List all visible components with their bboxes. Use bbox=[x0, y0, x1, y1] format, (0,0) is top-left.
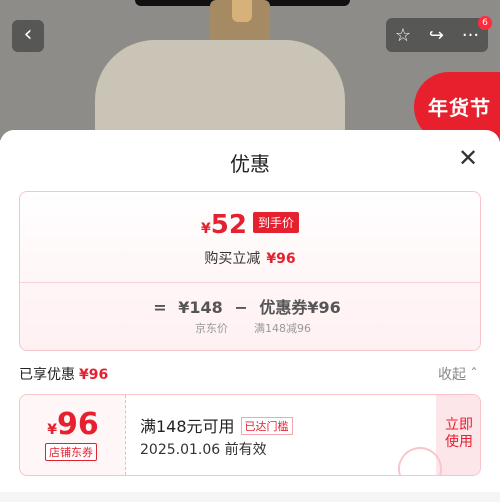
use-now-button[interactable]: 立即 使用 bbox=[436, 395, 480, 475]
collapse-toggle[interactable]: 收起 ˆ bbox=[438, 364, 477, 384]
star-outline-icon[interactable]: ☆ bbox=[395, 25, 411, 46]
coupon-type-label: 店铺东券 bbox=[45, 443, 97, 461]
more-dots-icon[interactable]: ··· bbox=[462, 25, 479, 46]
equals-sign: = bbox=[153, 298, 167, 317]
close-button[interactable]: ✕ bbox=[458, 146, 478, 170]
coupon-value: 优惠券¥96 bbox=[259, 298, 341, 317]
close-icon: ✕ bbox=[458, 144, 479, 172]
hanger-tag bbox=[232, 0, 252, 22]
coupon-currency: ¥ bbox=[47, 422, 57, 438]
use-now-line1: 立即 bbox=[445, 417, 473, 433]
price-breakdown-box: ¥52 到手价 购买立减 ¥96 = ¥148 − 优惠券¥96 京东价 满148减… bbox=[19, 191, 481, 351]
coupon-condition-row: 满148元可用 已达门槛 bbox=[140, 413, 293, 437]
enjoyed-value: ¥96 bbox=[79, 367, 109, 383]
coupon-details: 满148元可用 已达门槛 2025.01.06 前有效 bbox=[126, 395, 436, 475]
reduce-row: 购买立减 ¥96 bbox=[20, 248, 480, 268]
minus-sign: − bbox=[234, 298, 248, 317]
use-now-line2: 使用 bbox=[445, 434, 473, 450]
chevron-up-icon: ˆ bbox=[470, 367, 478, 383]
top-toolbar: ☆ ↪ ··· bbox=[386, 18, 488, 52]
final-price: 52 bbox=[210, 210, 247, 240]
back-button[interactable]: ‹ bbox=[12, 20, 44, 52]
coupon-condition: 满148元可用 bbox=[140, 417, 235, 436]
final-price-row: ¥52 到手价 bbox=[20, 210, 480, 240]
enjoyed-discount: 已享优惠 ¥96 bbox=[19, 364, 108, 384]
coupon-rule-label: 满148减96 bbox=[254, 322, 311, 335]
notification-badge: 6 bbox=[478, 16, 492, 30]
product-jacket bbox=[95, 40, 345, 140]
divider bbox=[20, 282, 480, 283]
jd-price: ¥148 bbox=[178, 298, 223, 317]
jd-price-label: 京东价 bbox=[195, 322, 228, 335]
coupon-card: ¥96 店铺东券 满148元可用 已达门槛 2025.01.06 前有效 立即 使… bbox=[19, 394, 481, 476]
final-price-tag: 到手价 bbox=[252, 212, 299, 233]
enjoyed-label: 已享优惠 bbox=[19, 367, 75, 383]
reduce-value: ¥96 bbox=[266, 251, 296, 267]
coupon-amount: ¥96 bbox=[20, 407, 126, 442]
coupon-expiry: 2025.01.06 前有效 bbox=[140, 442, 267, 458]
coupon-amount-value: 96 bbox=[57, 407, 99, 442]
price-formula: = ¥148 − 优惠券¥96 bbox=[20, 294, 480, 318]
chevron-left-icon: ‹ bbox=[23, 22, 33, 47]
discount-sheet: 优惠 ✕ ¥52 到手价 购买立减 ¥96 = ¥148 − 优惠券¥96 京东价 … bbox=[0, 130, 500, 502]
sheet-title: 优惠 bbox=[230, 152, 270, 176]
coupon-value-panel: ¥96 店铺东券 bbox=[20, 395, 126, 475]
collapse-label: 收起 bbox=[438, 367, 466, 383]
reduce-label: 购买立减 bbox=[204, 251, 261, 267]
currency-symbol: ¥ bbox=[201, 221, 211, 237]
bottom-strip bbox=[0, 492, 500, 502]
share-icon[interactable]: ↪ bbox=[429, 25, 444, 46]
threshold-tag: 已达门槛 bbox=[240, 417, 293, 435]
